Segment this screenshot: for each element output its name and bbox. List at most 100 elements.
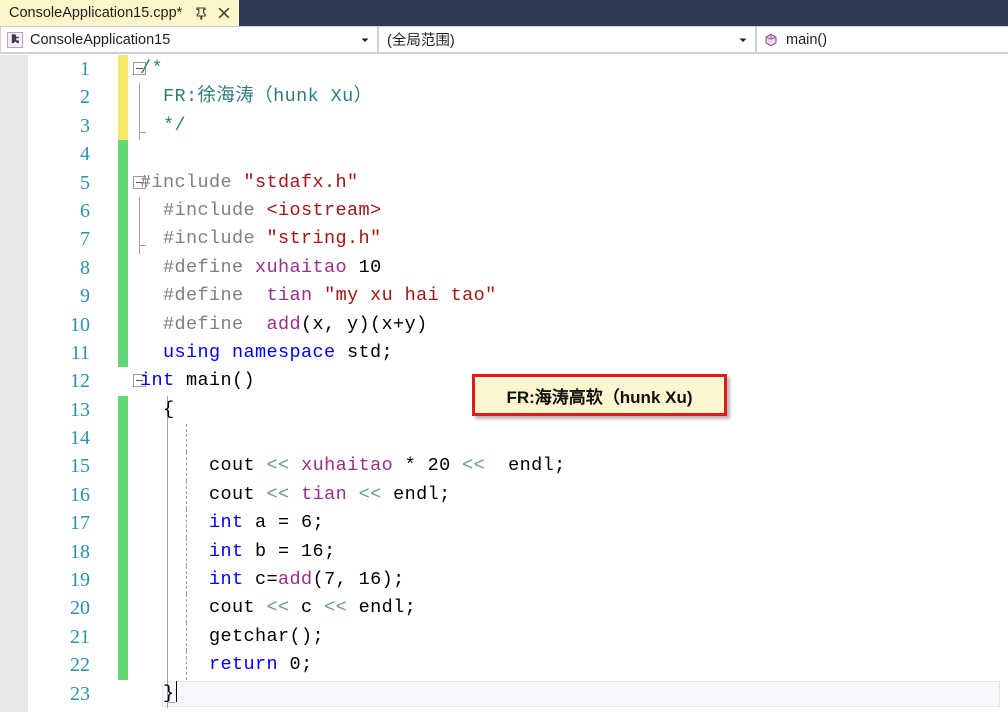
code-token: 16 bbox=[358, 569, 382, 591]
method-icon bbox=[762, 31, 780, 49]
code-token: "stdafx.h" bbox=[243, 171, 359, 193]
chevron-down-icon[interactable] bbox=[356, 35, 374, 45]
line-number: 17 bbox=[70, 512, 90, 535]
code-text[interactable]: int c=add(7, 16); bbox=[140, 566, 405, 594]
code-text[interactable]: FR:徐海涛（hunk Xu） bbox=[140, 83, 373, 111]
code-text[interactable]: int b = 16; bbox=[140, 538, 336, 566]
change-marker bbox=[118, 196, 128, 226]
code-text[interactable]: getchar(); bbox=[140, 623, 324, 651]
code-line[interactable]: 20 cout << c << endl; bbox=[28, 594, 1008, 623]
code-line[interactable]: 22 return 0; bbox=[28, 651, 1008, 680]
line-number: 9 bbox=[80, 285, 90, 308]
code-line[interactable]: 10 #define add(x, y)(x+y) bbox=[28, 310, 1008, 339]
code-token: xuhaitao bbox=[301, 455, 394, 477]
code-line[interactable]: 16 cout << tian << endl; bbox=[28, 480, 1008, 510]
line-number: 19 bbox=[70, 569, 90, 592]
current-line-highlight bbox=[162, 680, 1000, 707]
code-text[interactable]: */ bbox=[140, 112, 186, 140]
code-line[interactable]: 8 #define xuhaitao 10 bbox=[28, 253, 1008, 283]
code-token: 10 bbox=[358, 256, 382, 278]
code-text[interactable]: cout << tian << endl; bbox=[140, 481, 451, 509]
code-text[interactable]: return 0; bbox=[140, 651, 313, 679]
code-token: 20 bbox=[427, 455, 451, 477]
code-token: a = bbox=[243, 512, 302, 534]
code-token: int bbox=[140, 370, 175, 392]
cpp-project-icon bbox=[6, 31, 24, 49]
code-line[interactable]: 19 int c=add(7, 16); bbox=[28, 566, 1008, 595]
annotation-callout: FR:海涛高软（hunk Xu) bbox=[472, 374, 727, 416]
code-token: cout bbox=[140, 597, 267, 619]
code-token: c bbox=[289, 597, 325, 619]
code-line[interactable]: 17 int a = 6; bbox=[28, 509, 1008, 538]
code-text[interactable]: #include "stdafx.h" bbox=[140, 169, 359, 197]
code-editor[interactable]: 1/* 2 FR:徐海涛（hunk Xu） 3 */4 5 #include "stda… bbox=[0, 55, 1008, 712]
code-line[interactable]: 5 #include "stdafx.h" bbox=[28, 168, 1008, 197]
code-token: << bbox=[266, 597, 290, 619]
code-token: ; bbox=[312, 512, 325, 534]
code-line[interactable]: 21 getchar(); bbox=[28, 622, 1008, 652]
code-token: <iostream> bbox=[266, 199, 382, 221]
document-tab-consoleapplication15-cpp[interactable]: ConsoleApplication15.cpp* bbox=[0, 0, 240, 26]
change-marker bbox=[118, 55, 128, 84]
code-text[interactable]: int main() bbox=[140, 367, 255, 395]
code-text[interactable]: #include "string.h" bbox=[140, 225, 382, 253]
scope-selector-value: (全局范围) bbox=[387, 33, 455, 49]
code-token: #define bbox=[140, 285, 267, 307]
line-number: 20 bbox=[70, 597, 90, 620]
code-token: std; bbox=[335, 341, 394, 363]
scope-selector-combobox[interactable]: (全局范围) bbox=[378, 26, 756, 53]
code-token: #define bbox=[140, 256, 256, 278]
code-text[interactable]: #define xuhaitao 10 bbox=[140, 254, 382, 282]
code-token: #include bbox=[140, 171, 244, 193]
line-number: 6 bbox=[80, 199, 90, 222]
code-line[interactable]: 7 #include "string.h" bbox=[28, 225, 1008, 254]
project-selector-combobox[interactable]: ConsoleApplication15 bbox=[0, 26, 378, 53]
change-marker bbox=[118, 140, 128, 169]
close-icon[interactable] bbox=[217, 6, 231, 20]
change-marker bbox=[118, 111, 128, 141]
code-text[interactable]: #include <iostream> bbox=[140, 197, 382, 225]
code-line[interactable]: 18 int b = 16; bbox=[28, 537, 1008, 567]
code-line[interactable]: 6 #include <iostream> bbox=[28, 196, 1008, 226]
change-marker bbox=[118, 282, 128, 311]
code-text[interactable]: cout << c << endl; bbox=[140, 594, 416, 622]
code-line[interactable]: 4 bbox=[28, 140, 1008, 169]
code-line[interactable]: 14 bbox=[28, 424, 1008, 453]
code-line[interactable]: 11 using namespace std; bbox=[28, 338, 1008, 368]
code-token: return bbox=[209, 654, 279, 676]
code-text[interactable]: } bbox=[140, 680, 177, 708]
code-line[interactable]: 9 #define tian "my xu hai tao" bbox=[28, 282, 1008, 311]
code-text[interactable]: #define tian "my xu hai tao" bbox=[140, 282, 497, 310]
code-line[interactable]: 2 FR:徐海涛（hunk Xu） bbox=[28, 83, 1008, 112]
code-token: << bbox=[358, 483, 382, 505]
project-selector-value: ConsoleApplication15 bbox=[30, 31, 171, 48]
indent-guide bbox=[186, 424, 187, 453]
change-marker bbox=[118, 594, 128, 623]
code-text[interactable]: #define add(x, y)(x+y) bbox=[140, 311, 428, 339]
code-token: int bbox=[209, 512, 244, 534]
code-token: 16 bbox=[301, 540, 325, 562]
code-token: getchar(); bbox=[140, 625, 325, 647]
code-line[interactable]: 23 } bbox=[28, 679, 1008, 708]
code-line[interactable]: 3 */ bbox=[28, 111, 1008, 141]
code-text[interactable]: /* bbox=[140, 55, 163, 83]
change-marker bbox=[118, 452, 128, 481]
chevron-down-icon[interactable] bbox=[734, 35, 752, 45]
line-number: 5 bbox=[80, 171, 90, 194]
code-line[interactable]: 1 /* bbox=[28, 55, 1008, 84]
pin-icon[interactable] bbox=[194, 6, 208, 20]
selection-margin[interactable] bbox=[0, 55, 28, 712]
code-text[interactable]: cout << xuhaitao * 20 << endl; bbox=[140, 452, 566, 480]
code-line[interactable]: 15 cout << xuhaitao * 20 << endl; bbox=[28, 452, 1008, 481]
change-marker bbox=[118, 395, 128, 425]
code-line[interactable]: 24 bbox=[28, 708, 1008, 712]
code-text[interactable]: using namespace std; bbox=[140, 339, 393, 367]
code-token: * bbox=[393, 455, 428, 477]
member-selector-combobox[interactable]: main() bbox=[756, 26, 1008, 53]
code-text[interactable]: { bbox=[140, 396, 175, 424]
code-text[interactable]: int a = 6; bbox=[140, 509, 324, 537]
code-token: main() bbox=[174, 370, 256, 392]
change-marker bbox=[118, 509, 128, 538]
